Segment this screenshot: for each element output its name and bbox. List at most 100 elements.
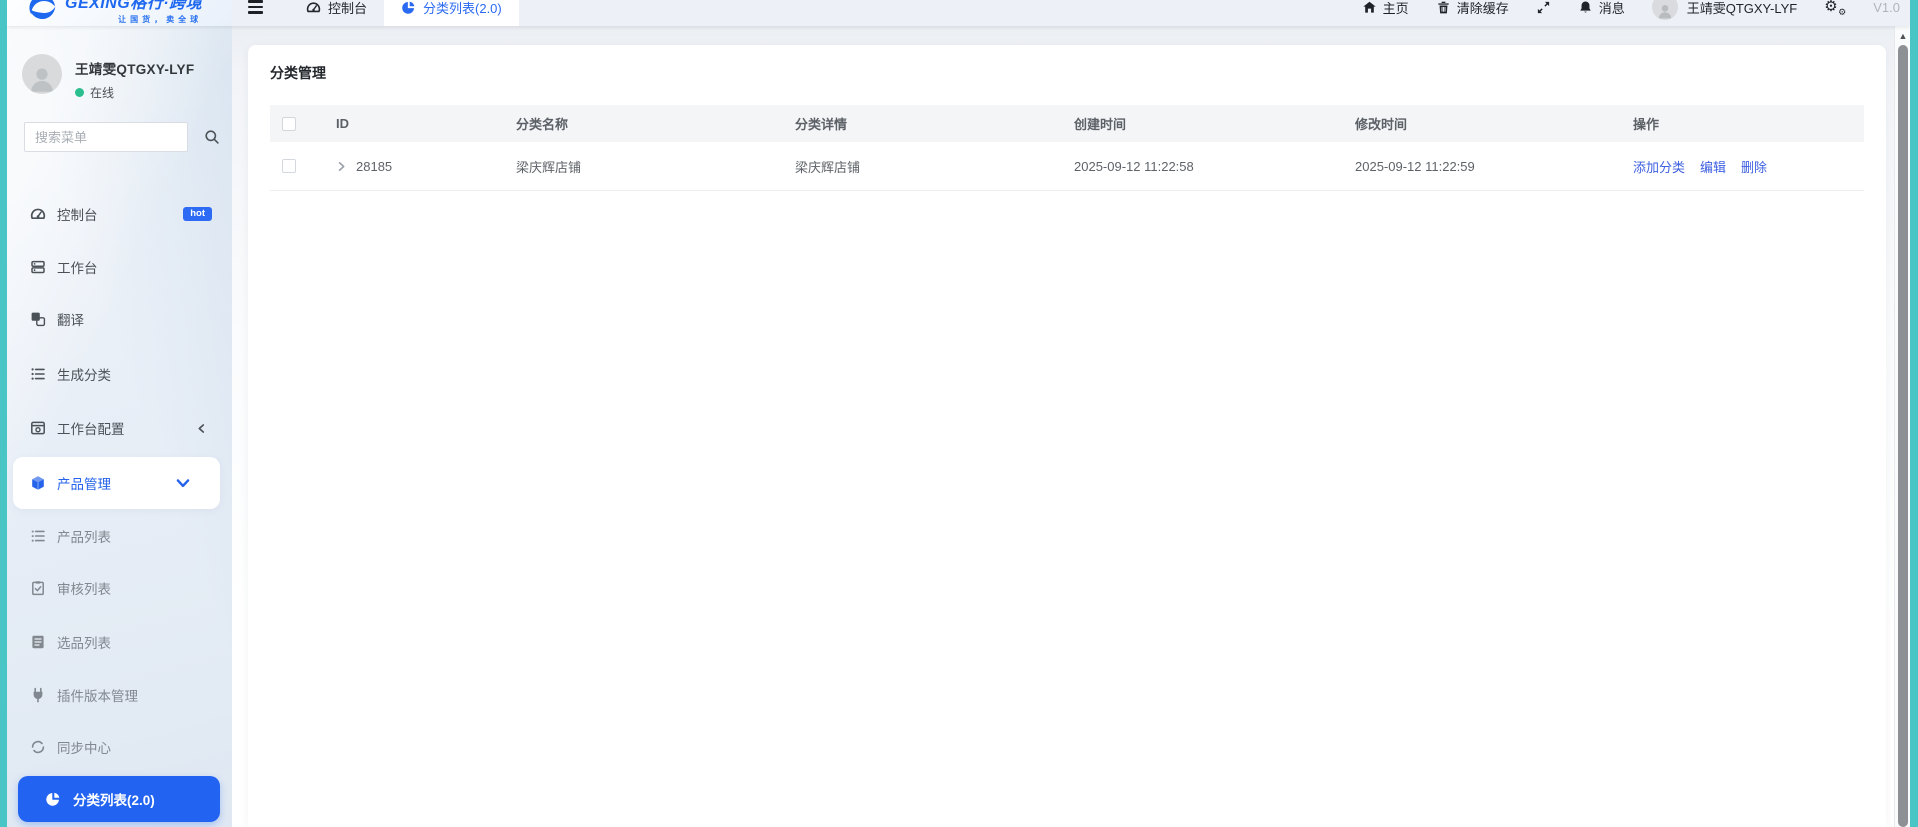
home-link[interactable]: 主页: [1362, 0, 1409, 17]
scrollbar-up-arrow[interactable]: ▲: [1895, 31, 1911, 41]
menu-search-input[interactable]: [24, 122, 188, 152]
sidebar-item-audit-list[interactable]: 审核列表: [7, 568, 232, 608]
cell-name: 梁庆辉店铺: [516, 159, 582, 175]
category-pie-icon: [402, 1, 415, 14]
column-header-created: 创建时间: [1074, 117, 1127, 132]
person-icon: [31, 68, 53, 92]
trash-icon: [1438, 1, 1449, 13]
sidebar-item-label: 同步中心: [57, 741, 111, 756]
messages-link[interactable]: 消息: [1578, 0, 1625, 17]
workbench-icon: [31, 260, 45, 274]
cell-detail: 梁庆辉店铺: [795, 159, 861, 175]
fullscreen-icon: [1537, 1, 1549, 13]
user-avatar: [1651, 0, 1678, 20]
sidebar-item-console[interactable]: 控制台 hot: [7, 194, 232, 234]
tab-category-list[interactable]: 分类列表(2.0): [384, 0, 519, 26]
translate-icon: [31, 312, 46, 327]
online-status-dot: [75, 88, 84, 97]
home-icon: [1362, 1, 1376, 13]
table-row: 28185 梁庆辉店铺 梁庆辉店铺 2025-09-12 11:22:58 20…: [270, 142, 1864, 191]
tab-bar: 控制台 分类列表(2.0): [289, 0, 519, 26]
clear-cache-link[interactable]: 清除缓存: [1436, 0, 1509, 17]
tab-label: 分类列表(2.0): [423, 0, 502, 16]
fullscreen-button[interactable]: [1536, 0, 1551, 15]
sidebar-item-translate[interactable]: 翻译: [7, 299, 232, 339]
delete-link[interactable]: 删除: [1741, 157, 1767, 176]
hamburger-menu-icon[interactable]: [248, 0, 263, 14]
brand-name: GEXING格行·跨境: [65, 0, 203, 12]
column-header-modified: 修改时间: [1355, 117, 1408, 132]
tab-console[interactable]: 控制台: [289, 0, 384, 26]
sidebar-item-plugin-version[interactable]: 插件版本管理: [7, 675, 232, 715]
sidebar-item-product-management[interactable]: 产品管理: [13, 457, 220, 509]
tab-label: 控制台: [328, 0, 368, 16]
sidebar-item-label: 分类列表(2.0): [73, 793, 155, 808]
product-list-icon: [31, 530, 45, 542]
table-header-row: ID 分类名称 分类详情 创建时间 修改时间 操作: [270, 105, 1864, 142]
page-edge-left: [0, 0, 7, 827]
clear-cache-label: 清除缓存: [1456, 0, 1509, 16]
edit-link[interactable]: 编辑: [1700, 157, 1726, 176]
scrollbar-thumb[interactable]: [1898, 45, 1908, 827]
sidebar-item-workbench[interactable]: 工作台: [7, 247, 232, 287]
sidebar-item-workbench-config[interactable]: 工作台配置: [7, 408, 232, 448]
add-category-link[interactable]: 添加分类: [1633, 157, 1685, 176]
sidebar-profile: 王靖雯QTGXY-LYF 在线: [22, 54, 194, 101]
gear-icon: ⚙: [1824, 0, 1838, 15]
sidebar-item-label: 生成分类: [57, 368, 111, 383]
sidebar-item-label: 审核列表: [57, 582, 111, 597]
dashboard-icon: [30, 208, 46, 220]
online-status-label: 在线: [90, 86, 115, 100]
plugin-icon: [33, 687, 43, 703]
person-icon: [1658, 5, 1671, 19]
sidebar-item-sync-center[interactable]: 同步中心: [7, 727, 232, 767]
online-status: 在线: [75, 84, 194, 101]
sidebar-item-label: 控制台: [57, 208, 98, 223]
sidebar-item-product-list[interactable]: 产品列表: [7, 516, 232, 556]
vertical-scrollbar[interactable]: ▲: [1894, 26, 1910, 827]
sidebar-username: 王靖雯QTGXY-LYF: [75, 62, 195, 77]
sidebar-item-label: 产品管理: [57, 477, 111, 492]
column-header-detail: 分类详情: [795, 117, 848, 132]
category-table: ID 分类名称 分类详情 创建时间 修改时间 操作 28185 梁庆辉店铺 梁庆…: [270, 105, 1864, 191]
workbench-config-icon: [31, 421, 45, 435]
selection-book-icon: [32, 635, 44, 649]
messages-label: 消息: [1598, 0, 1625, 16]
sync-icon: [31, 740, 45, 754]
hot-badge: hot: [183, 206, 212, 222]
sidebar-item-label: 选品列表: [57, 636, 111, 651]
topbar: GEXING格行·跨境 让国货，卖全球 控制台 分类列表(2.0) 主页 清除缓…: [7, 0, 1910, 26]
brand-tagline: 让国货，卖全球: [118, 15, 203, 24]
search-icon[interactable]: [203, 129, 220, 146]
page-title: 分类管理: [270, 65, 326, 81]
sidebar-item-selection-list[interactable]: 选品列表: [7, 622, 232, 662]
main-area: 分类管理 ID 分类名称 分类详情 创建时间 修改时间 操作 28185 梁庆辉…: [232, 26, 1894, 827]
sidebar-item-generate-category[interactable]: 生成分类: [7, 354, 232, 394]
chevron-down-icon: [175, 475, 202, 491]
settings-button[interactable]: ⚙ ⚙: [1824, 0, 1847, 17]
sidebar-item-label: 翻译: [57, 313, 84, 328]
row-expand-icon[interactable]: [336, 161, 347, 172]
list-icon: [31, 368, 45, 380]
sidebar-item-category-list[interactable]: 分类列表(2.0): [18, 776, 220, 822]
row-checkbox[interactable]: [282, 159, 296, 173]
logo: GEXING格行·跨境 让国货，卖全球: [7, 0, 232, 26]
cell-modified: 2025-09-12 11:22:59: [1355, 158, 1475, 174]
sidebar-item-label: 插件版本管理: [57, 689, 138, 704]
home-label: 主页: [1382, 0, 1409, 16]
select-all-checkbox[interactable]: [282, 116, 296, 131]
cell-created: 2025-09-12 11:22:58: [1074, 158, 1194, 174]
username-label: 王靖雯QTGXY-LYF: [1686, 0, 1798, 16]
sidebar-item-label: 产品列表: [57, 530, 111, 545]
logo-swoosh-icon: [29, 0, 56, 20]
chevron-left-icon: [196, 423, 207, 434]
sidebar-item-label: 工作台配置: [57, 422, 125, 437]
gear-small-icon: ⚙: [1838, 7, 1847, 17]
dashboard-icon: [306, 1, 321, 12]
sidebar-avatar: [22, 54, 62, 94]
page-edge-right: [1910, 0, 1918, 827]
category-pie-icon: [46, 792, 60, 806]
user-menu[interactable]: 王靖雯QTGXY-LYF: [1651, 0, 1798, 20]
audit-clipboard-icon: [32, 581, 44, 596]
bell-icon: [1579, 1, 1591, 13]
